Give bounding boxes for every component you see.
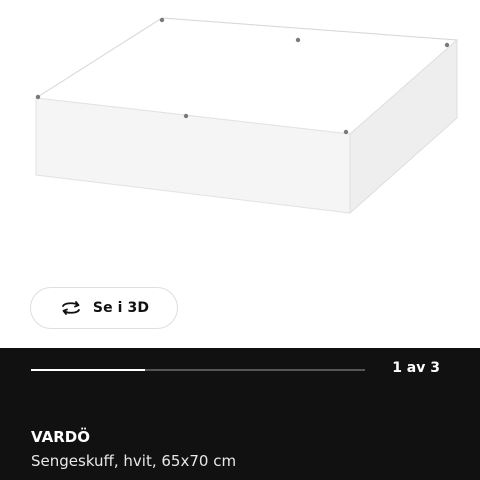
product-name: VARDÖ <box>31 428 90 446</box>
rotate-3d-icon <box>62 301 80 315</box>
product-image[interactable] <box>0 0 480 280</box>
gallery-page-indicator: 1 av 3 <box>392 360 440 376</box>
product-description: Sengeskuff, hvit, 65x70 cm <box>31 452 237 470</box>
product-detail-screen: Se i 3D 1 av 3 VARDÖ Sengeskuff, hvit, 6… <box>0 0 480 480</box>
view-in-3d-button[interactable]: Se i 3D <box>30 287 178 329</box>
gallery-progress-track <box>31 369 365 371</box>
product-media-area[interactable]: Se i 3D <box>0 0 480 348</box>
product-info-panel: 1 av 3 VARDÖ Sengeskuff, hvit, 65x70 cm <box>0 348 480 480</box>
view-in-3d-label: Se i 3D <box>92 300 150 316</box>
gallery-progress-fill <box>31 369 145 371</box>
